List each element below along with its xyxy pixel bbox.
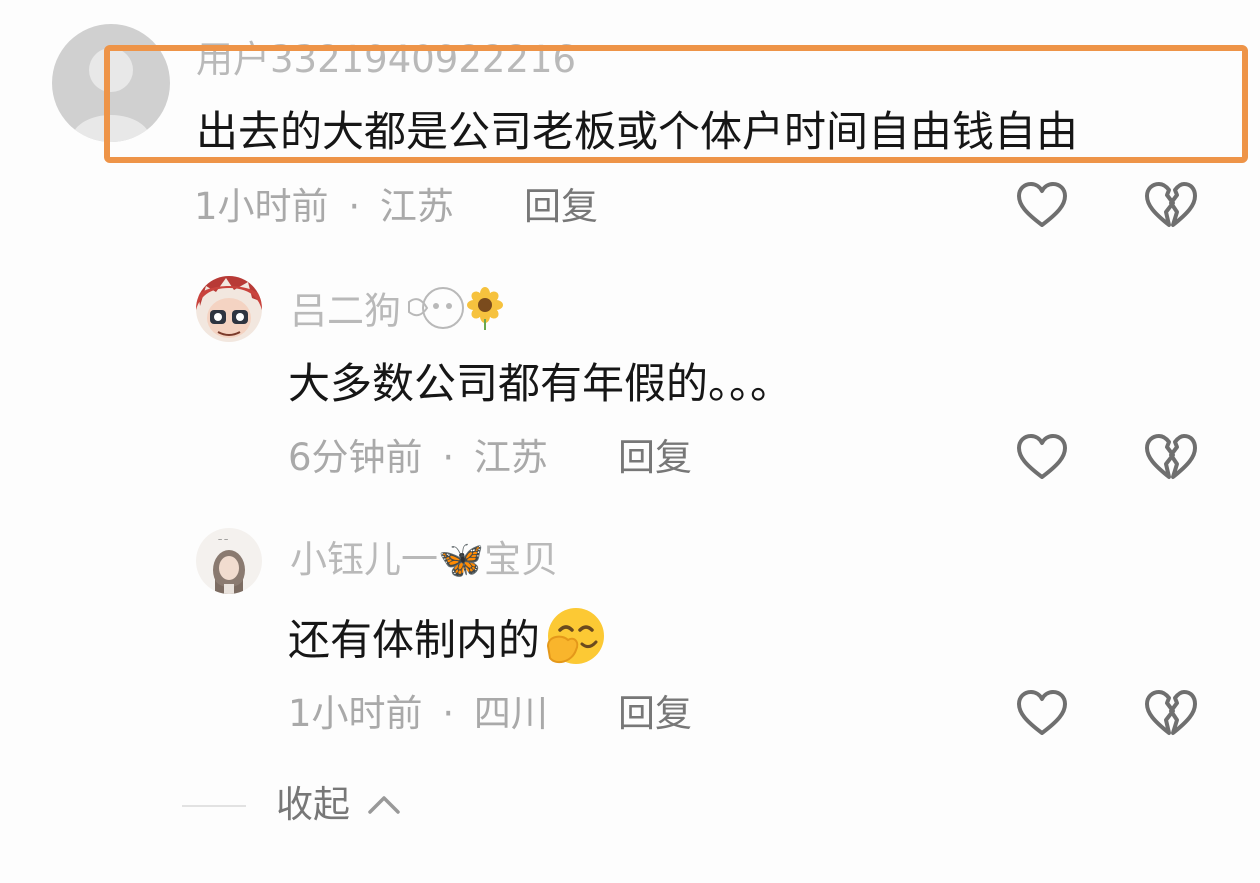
broken-heart-icon <box>1145 690 1197 735</box>
heart-outline-icon <box>1017 434 1067 479</box>
comment-meta: 6分钟前 · 江苏 <box>288 436 548 480</box>
comment-text: 大多数公司都有年假的。。。 <box>288 359 793 408</box>
comment-username[interactable]: 吕二狗 <box>290 286 505 340</box>
reply-button[interactable]: 回复 <box>618 692 692 736</box>
broken-heart-icon <box>1145 182 1197 227</box>
cartoon-avatar-icon <box>196 276 262 342</box>
chevron-up-icon[interactable] <box>366 790 402 820</box>
comment-location: 江苏 <box>473 436 548 479</box>
heart-outline-icon <box>1017 182 1067 227</box>
reply-button[interactable]: 回复 <box>524 185 598 229</box>
collapse-button[interactable]: 收起 <box>276 783 350 827</box>
meta-separator: · <box>348 185 361 228</box>
reply-button[interactable]: 回复 <box>618 436 692 480</box>
comment-location: 四川 <box>473 692 548 735</box>
comment-time: 1小时前 <box>194 185 329 228</box>
comment-meta: 1小时前 · 四川 <box>288 692 548 736</box>
dislike-button[interactable] <box>1142 686 1198 742</box>
highlight-box <box>104 45 1248 163</box>
girl-avatar-icon: ~ ~ <box>196 528 262 594</box>
blush-emoji-icon <box>405 286 465 340</box>
comment-thread: 用户3321940922216 出去的大都是公司老板或个体户时间自由钱自由 1小… <box>0 0 1260 883</box>
like-button[interactable] <box>1014 178 1070 234</box>
meta-separator: · <box>442 436 455 479</box>
like-button[interactable] <box>1014 430 1070 486</box>
meta-separator: · <box>442 692 455 735</box>
comment-time: 6分钟前 <box>288 436 423 479</box>
like-button[interactable] <box>1014 686 1070 742</box>
avatar-lv-ergou[interactable] <box>196 276 262 342</box>
comment-location: 江苏 <box>379 185 454 228</box>
dislike-button[interactable] <box>1142 430 1198 486</box>
comment-time: 1小时前 <box>288 692 423 735</box>
comment-username[interactable]: 小钰儿一🦋宝贝 <box>290 538 558 582</box>
comment-text: 还有体制内的 <box>288 606 608 680</box>
svg-text:~ ~: ~ ~ <box>218 537 228 544</box>
broken-heart-icon <box>1145 434 1197 479</box>
avatar-xiaoyuer[interactable]: ~ ~ <box>196 528 262 594</box>
hand-over-mouth-emoji-icon <box>542 606 608 680</box>
collapse-divider <box>182 805 246 807</box>
heart-outline-icon <box>1017 690 1067 735</box>
dislike-button[interactable] <box>1142 178 1198 234</box>
sunflower-emoji-icon <box>465 286 505 340</box>
comment-meta: 1小时前 · 江苏 <box>194 185 454 229</box>
